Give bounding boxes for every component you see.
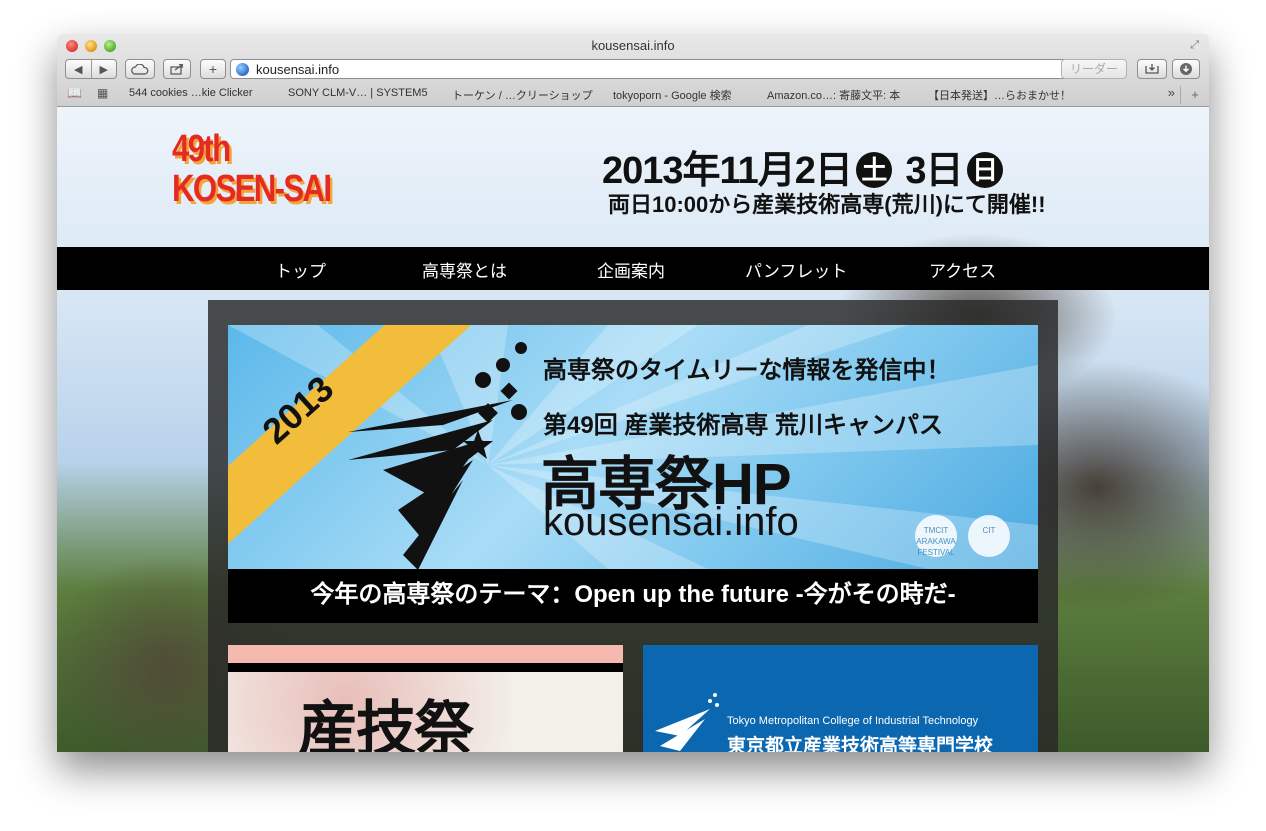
reading-list-button[interactable] bbox=[1137, 59, 1167, 79]
reading-list-icon bbox=[1145, 64, 1159, 74]
address-bar[interactable]: kousensai.info ↻ bbox=[230, 59, 1124, 79]
banner-edition: 第49回 産業技術高専 荒川キャンパス bbox=[543, 412, 944, 439]
sunday-badge: 日 bbox=[966, 152, 1003, 188]
college-name-jp: 東京都立産業技術高等専門学校 bbox=[727, 736, 994, 752]
date-text-1: 2013年11月2日 bbox=[602, 150, 853, 192]
nav-top[interactable]: トップ bbox=[275, 257, 326, 282]
nav-events[interactable]: 企画案内 bbox=[597, 257, 665, 282]
bookmark-item[interactable]: 544 cookies …kie Clicker bbox=[129, 87, 253, 99]
grid-icon[interactable]: ▦ bbox=[97, 86, 108, 100]
festival-card-title: 産技祭 bbox=[298, 696, 474, 752]
main-nav: トップ 高専祭とは 企画案内 パンフレット アクセス bbox=[57, 247, 1209, 290]
college-card[interactable]: Tokyo Metropolitan College of Industrial… bbox=[643, 645, 1038, 752]
add-bookmark-button[interactable]: + bbox=[200, 59, 226, 79]
nav-access[interactable]: アクセス bbox=[929, 257, 996, 282]
hero-banner[interactable]: 2013 高専祭のタイムリーな情報を発信中！ 第49回 産業技術高専 荒川キャン… bbox=[228, 325, 1038, 569]
nav-about[interactable]: 高専祭とは bbox=[422, 257, 507, 282]
reader-button[interactable]: リーダー bbox=[1061, 59, 1127, 79]
saturday-badge: 土 bbox=[855, 152, 892, 188]
book-icon[interactable]: 📖 bbox=[67, 86, 82, 100]
back-forward-buttons: ◀ ▶ bbox=[65, 59, 117, 79]
downloads-button[interactable] bbox=[1172, 59, 1200, 79]
bookmark-item[interactable]: トーケン / …クリーショップ bbox=[452, 87, 593, 103]
icloud-tabs-button[interactable] bbox=[125, 59, 155, 79]
event-date: 2013年11月2日土 3日日 bbox=[602, 139, 1007, 194]
web-page: 49th KOSEN-SAI 2013年11月2日土 3日日 両日10:00から… bbox=[57, 107, 1209, 752]
share-button[interactable] bbox=[163, 59, 191, 79]
site-logo[interactable]: 49th KOSEN-SAI bbox=[172, 128, 332, 210]
bookmark-item[interactable]: Amazon.co…: 寄藤文平: 本 bbox=[767, 87, 900, 103]
college-logo-icon bbox=[655, 693, 719, 751]
logo-line-2: KOSEN-SAI bbox=[172, 168, 332, 210]
fullscreen-icon[interactable]: ⤢ bbox=[1190, 39, 1199, 52]
url-text[interactable]: kousensai.info bbox=[256, 62, 339, 77]
share-icon bbox=[170, 63, 184, 75]
banner-domain: kousensai.info bbox=[543, 500, 799, 544]
nav-pamphlet[interactable]: パンフレット bbox=[745, 257, 847, 282]
banner-tagline: 高専祭のタイムリーな情報を発信中！ bbox=[543, 357, 951, 384]
festival-seal: TMCIT ARAKAWA FESTIVAL bbox=[915, 515, 957, 557]
bookmark-item[interactable]: tokyoporn - Google 検索 bbox=[613, 87, 732, 103]
college-seal: CIT bbox=[968, 515, 1010, 557]
bookmark-item[interactable]: 【日本発送】…らおまかせ！ bbox=[928, 87, 1071, 103]
festival-logo-icon bbox=[348, 342, 527, 569]
festival-card[interactable]: 産技祭 bbox=[228, 645, 623, 752]
forward-button[interactable]: ▶ bbox=[92, 63, 117, 76]
event-subtitle: 両日10:00から産業技術高専(荒川)にて開催!! bbox=[608, 192, 1046, 217]
download-icon bbox=[1180, 63, 1192, 75]
cloud-icon bbox=[131, 63, 149, 75]
college-name-en: Tokyo Metropolitan College of Industrial… bbox=[727, 715, 979, 727]
date-text-2: 3日 bbox=[905, 150, 963, 192]
bookmarks-bar: 📖 ▦ 544 cookies …kie Clicker SONY CLM-V…… bbox=[57, 84, 1209, 104]
browser-chrome: kousensai.info ⤢ ◀ ▶ + kousensai.info ↻ … bbox=[57, 34, 1209, 107]
bookmark-item[interactable]: SONY CLM-V… | SYSTEM5 bbox=[288, 87, 428, 99]
browser-window: kousensai.info ⤢ ◀ ▶ + kousensai.info ↻ … bbox=[57, 34, 1209, 752]
more-bookmarks-icon[interactable]: » bbox=[1168, 85, 1175, 100]
globe-icon bbox=[236, 63, 249, 76]
back-button[interactable]: ◀ bbox=[66, 63, 91, 76]
logo-line-1: 49th bbox=[172, 128, 231, 170]
new-tab-button[interactable]: + bbox=[1180, 86, 1209, 104]
window-title: kousensai.info bbox=[591, 38, 675, 53]
theme-bar: 今年の高専祭のテーマ：Open up the future -今がその時だ- bbox=[228, 569, 1038, 623]
